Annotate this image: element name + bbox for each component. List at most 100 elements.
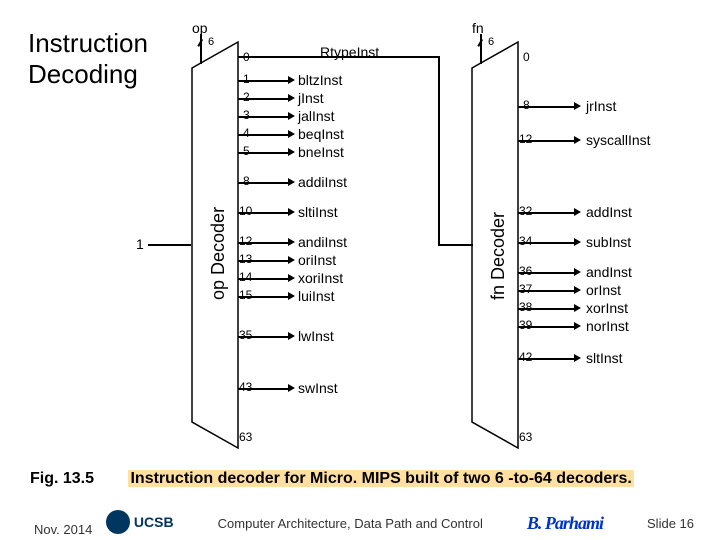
rtype-to-fn-hwire [438,244,473,246]
fn-out-wire-8 [518,106,576,108]
fn-out-arrow-32 [574,208,581,216]
op-out-arrow-3 [288,112,295,120]
fn-out-wire-36 [518,272,576,274]
fn-out-num-42: 42 [519,350,532,364]
decoder-diagram: op Decoder op 6 1 0 RtypeInst 1 bltzInst… [150,20,710,450]
fn-out-arrow-42 [574,354,581,362]
op-out-num-8: 8 [243,174,250,188]
op-out-wire-12 [238,242,290,244]
figure-caption: Fig. 13.5 Instruction decoder for Micro.… [30,470,700,488]
footer-center: Computer Architecture, Data Path and Con… [218,516,483,531]
op-out-wire-2 [238,98,290,100]
fn-out-arrow-37 [574,286,581,294]
footer-left: Nov. 2014 UCSB [34,510,174,537]
op-out-arrow-4 [288,130,295,138]
footer: Nov. 2014 UCSB Computer Architecture, Da… [34,510,694,537]
op-out-arrow-2 [288,94,295,102]
op-out-arrow-15 [288,292,295,300]
fn-out-sig-42: sltInst [586,350,623,366]
op-out-sig-8: addiInst [298,174,347,190]
fn-bits: 6 [488,36,494,48]
page-title: Instruction Decoding [28,28,148,90]
op-out-sig-3: jalInst [298,108,335,124]
op-out-arrow-1 [288,76,295,84]
fn-out-arrow-12 [574,136,581,144]
op-out-num-3: 3 [243,108,250,122]
figure-number: Fig. 13.5 [30,470,94,487]
fn-out-sig-38: xorInst [586,300,628,316]
op-out-num-15: 15 [239,288,252,302]
op-out-sig-1: bltzInst [298,72,342,88]
op-out-arrow-43 [288,384,295,392]
fn-out-num-8: 8 [523,98,530,112]
op-out-arrow-10 [288,208,295,216]
op-out-sig-43: swInst [298,380,338,396]
fn-out-arrow-36 [574,268,581,276]
op-out-wire-14 [238,278,290,280]
op-out-arrow-13 [288,256,295,264]
fn-out-sig-37: orInst [586,282,621,298]
ucsb-badge-icon [106,510,130,534]
fn-out-wire-39 [518,326,576,328]
op-out-wire-13 [238,260,290,262]
fn-out-sig-8: jrInst [586,98,616,114]
fn-out-arrow-39 [574,322,581,330]
op-out-num-2: 2 [243,90,250,104]
fn-input-label: fn [472,20,484,36]
op-out-wire-1 [238,80,290,82]
fn-out-wire-38 [518,308,576,310]
fn-out-wire-34 [518,242,576,244]
fn-out-num-36: 36 [519,264,532,278]
caption-text: Instruction decoder for Micro. MIPS buil… [128,470,633,487]
fn-range-hi: 63 [519,430,532,444]
op-out-sig-14: xoriInst [298,270,343,286]
op-out-num-5: 5 [243,144,250,158]
op-out-sig-12: andiInst [298,234,347,250]
footer-date: Nov. 2014 [34,522,92,537]
op-range-hi: 63 [239,430,252,444]
op-out-arrow-5 [288,148,295,156]
op-out-sig-13: oriInst [298,252,336,268]
op-out-wire-15 [238,296,290,298]
rtype-to-fn-vwire [438,56,440,244]
fn-decoder-label: fn Decoder [488,212,509,300]
fn-out-sig-34: subInst [586,234,631,250]
fn-out-wire-42 [518,358,576,360]
op-enable: 1 [136,236,144,252]
op-out-sig-0: RtypeInst [320,44,379,60]
op-out-arrow-8 [288,178,295,186]
fn-out-num-12: 12 [519,132,532,146]
op-out-num-13: 13 [239,252,252,266]
fn-out-num-32: 32 [519,204,532,218]
fn-out-arrow-34 [574,238,581,246]
op-out-num-43: 43 [239,380,252,394]
op-out-num-14: 14 [239,270,252,284]
op-out-num-4: 4 [243,126,250,140]
title-line1: Instruction [28,28,148,59]
fn-out-arrow-38 [574,304,581,312]
op-out-sig-4: beqInst [298,126,344,142]
fn-out-sig-32: addInst [586,204,632,220]
op-out-arrow-12 [288,238,295,246]
op-out-sig-5: bneInst [298,144,344,160]
op-enable-wire [148,244,191,246]
op-out-sig-2: jInst [298,90,324,106]
fn-out-sig-39: norInst [586,318,629,334]
op-out-sig-15: luiInst [298,288,335,304]
fn-out-wire-32 [518,212,576,214]
fn-out-arrow-8 [574,102,581,110]
fn-out-wire-12 [518,140,576,142]
fn-out-sig-36: andInst [586,264,632,280]
ucsb-text: UCSB [134,514,174,530]
fn-out-num-37: 37 [519,282,532,296]
fn-range-lo: 0 [523,50,530,64]
ucsb-logo: UCSB [106,510,174,534]
op-out-sig-10: sltiInst [298,204,338,220]
op-out-wire-8 [238,182,290,184]
fn-out-num-38: 38 [519,300,532,314]
op-out-arrow-35 [288,332,295,340]
op-out-wire-3 [238,116,290,118]
op-out-wire-35 [238,336,290,338]
op-out-wire-5 [238,152,290,154]
op-decoder-label: op Decoder [208,207,229,300]
